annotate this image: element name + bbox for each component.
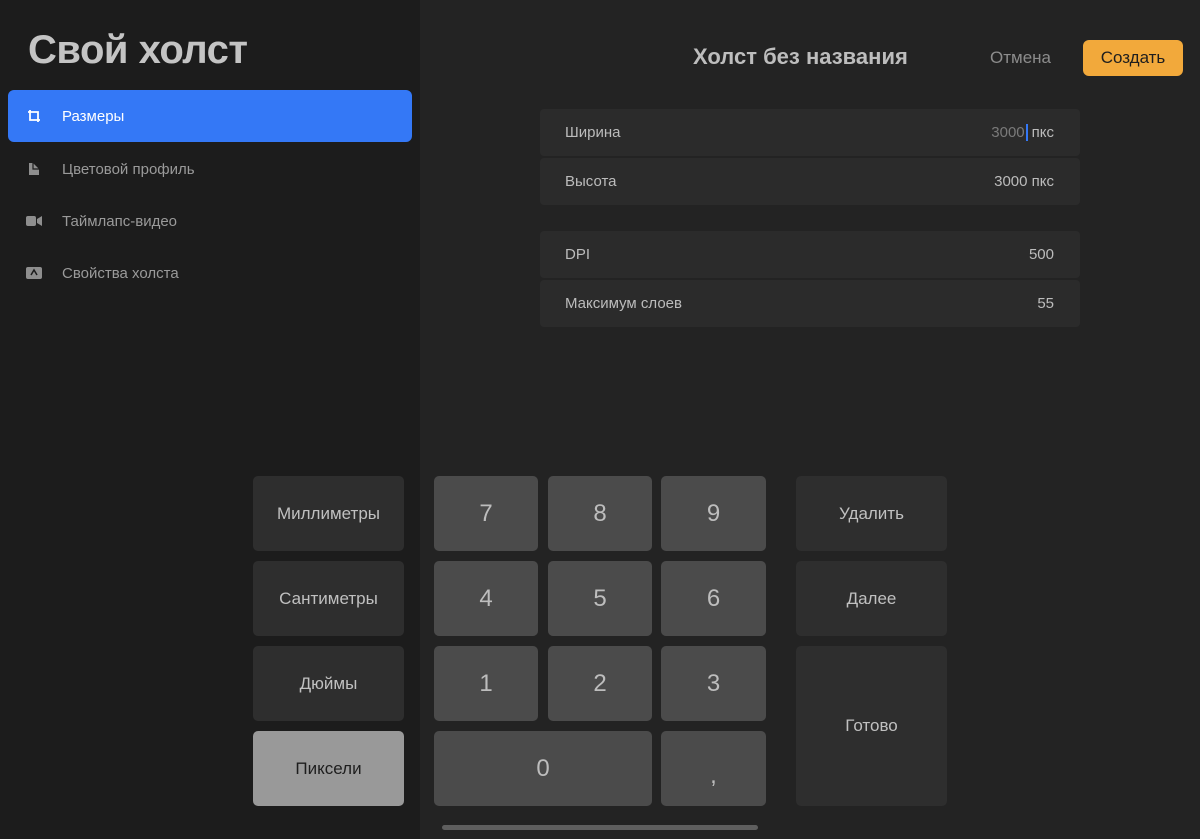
delete-button[interactable]: Удалить: [796, 476, 947, 551]
centimeters-button[interactable]: Сантиметры: [253, 561, 404, 636]
video-camera-icon: [26, 213, 42, 229]
width-value[interactable]: 3000 пкс: [991, 124, 1054, 141]
done-button[interactable]: Готово: [796, 646, 947, 806]
width-unit: пкс: [1031, 124, 1054, 141]
sidebar-item-timelapse[interactable]: Таймлапс-видео: [8, 195, 412, 247]
dpi-value[interactable]: 500: [1029, 246, 1054, 263]
height-label: Высота: [565, 173, 617, 190]
canvas-title: Холст без названия: [693, 44, 908, 69]
key-2[interactable]: 2: [548, 646, 652, 721]
width-field[interactable]: Ширина 3000 пкс: [540, 109, 1080, 156]
height-field[interactable]: Высота 3000 пкс: [540, 158, 1080, 205]
inches-button[interactable]: Дюймы: [253, 646, 404, 721]
height-value[interactable]: 3000 пкс: [994, 173, 1054, 190]
key-7[interactable]: 7: [434, 476, 538, 551]
cancel-button[interactable]: Отмена: [990, 48, 1051, 68]
canvas-properties-icon: [26, 265, 42, 281]
pixels-button[interactable]: Пиксели: [253, 731, 404, 806]
color-profile-icon: [26, 161, 42, 177]
key-6[interactable]: 6: [661, 561, 766, 636]
key-comma[interactable]: ,: [661, 731, 766, 806]
sidebar-item-label: Свойства холста: [62, 264, 179, 282]
sidebar-item-color-profile[interactable]: Цветовой профиль: [8, 143, 412, 195]
sidebar-item-dimensions[interactable]: Размеры: [8, 90, 412, 142]
max-layers-field[interactable]: Максимум слоев 55: [540, 280, 1080, 327]
sidebar-item-label: Таймлапс-видео: [62, 212, 178, 230]
sidebar-item-label: Цветовой профиль: [62, 160, 195, 178]
next-button[interactable]: Далее: [796, 561, 947, 636]
text-cursor: [1025, 124, 1028, 141]
home-indicator: [442, 825, 758, 830]
sidebar-item-canvas-properties[interactable]: Свойства холста: [8, 247, 412, 299]
key-3[interactable]: 3: [661, 646, 766, 721]
sidebar-item-label: Размеры: [62, 107, 125, 125]
create-button[interactable]: Создать: [1083, 40, 1183, 76]
width-label: Ширина: [565, 124, 621, 141]
key-8[interactable]: 8: [548, 476, 652, 551]
key-0[interactable]: 0: [434, 731, 652, 806]
crop-icon: [26, 108, 42, 124]
max-layers-value: 55: [1037, 295, 1054, 312]
width-input[interactable]: 3000: [991, 124, 1024, 141]
key-4[interactable]: 4: [434, 561, 538, 636]
dpi-field[interactable]: DPI 500: [540, 231, 1080, 278]
max-layers-label: Максимум слоев: [565, 295, 682, 312]
key-5[interactable]: 5: [548, 561, 652, 636]
key-1[interactable]: 1: [434, 646, 538, 721]
millimeters-button[interactable]: Миллиметры: [253, 476, 404, 551]
page-title: Свой холст: [28, 28, 248, 72]
key-9[interactable]: 9: [661, 476, 766, 551]
dpi-label: DPI: [565, 246, 591, 263]
